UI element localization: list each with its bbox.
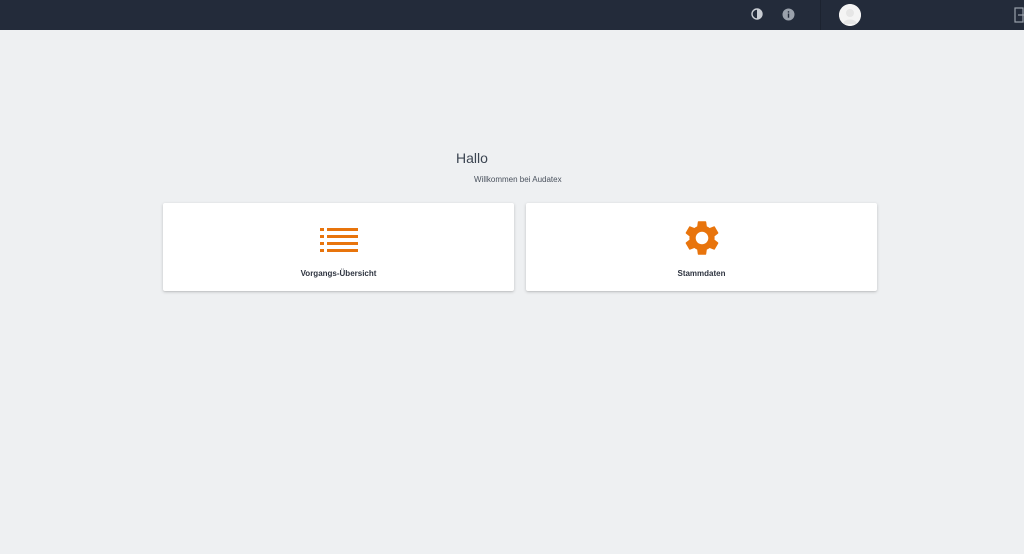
card-vorgangs-uebersicht[interactable]: Vorgangs-Übersicht xyxy=(163,203,514,291)
avatar[interactable] xyxy=(839,4,861,26)
header-divider xyxy=(820,0,821,30)
page-title: Hallo xyxy=(456,150,488,166)
info-icon[interactable] xyxy=(781,7,795,21)
welcome-text: Willkommen bei Audatex xyxy=(474,175,562,184)
card-label: Stammdaten xyxy=(677,269,726,278)
card-label: Vorgangs-Übersicht xyxy=(300,269,377,278)
top-bar xyxy=(0,0,1024,30)
logout-icon[interactable] xyxy=(1014,7,1024,23)
contrast-icon[interactable] xyxy=(750,7,764,21)
list-icon xyxy=(319,228,358,257)
gear-icon xyxy=(681,217,723,264)
card-stammdaten[interactable]: Stammdaten xyxy=(526,203,877,291)
